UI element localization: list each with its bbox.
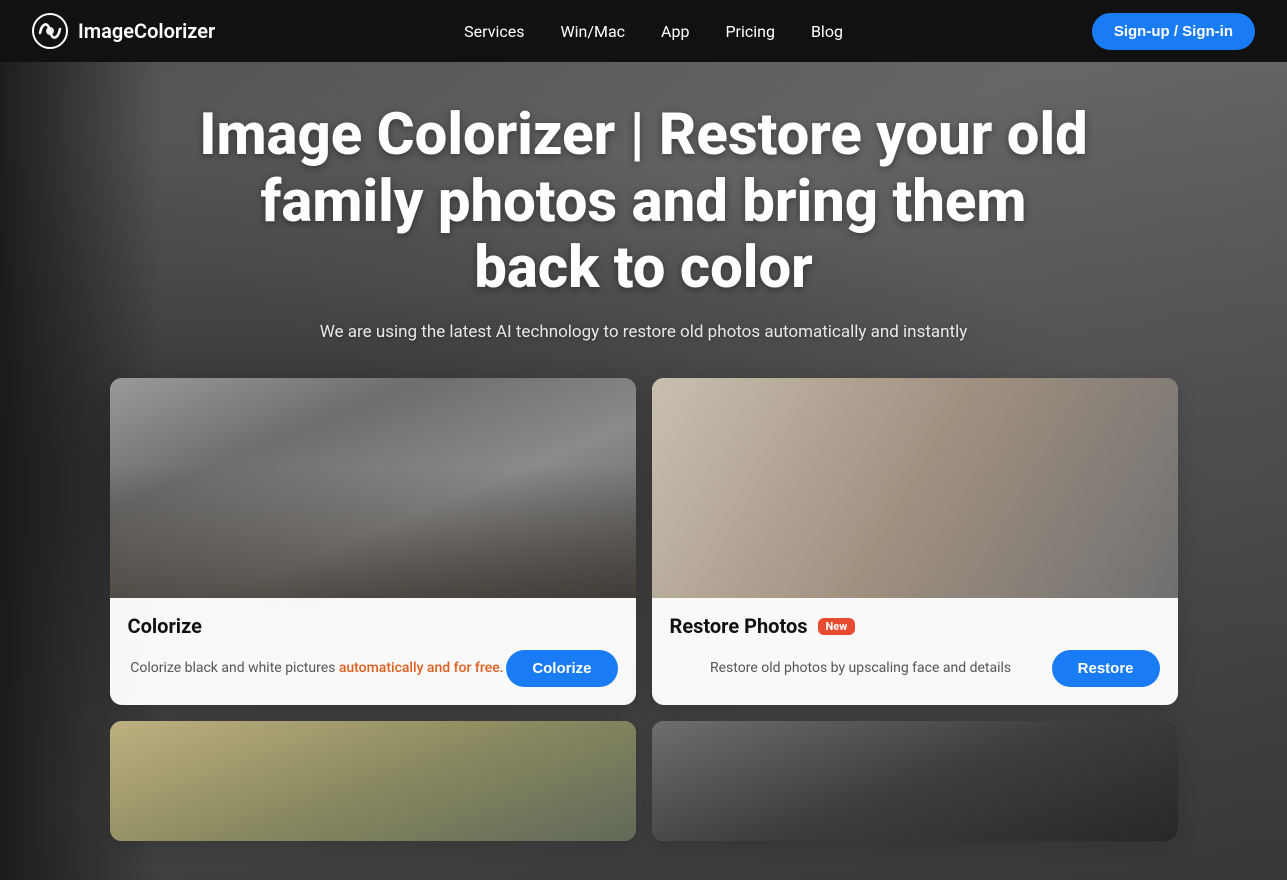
brand-link[interactable]: ImageColorizer	[32, 13, 215, 49]
restore-title-row: Restore Photos New	[670, 614, 1160, 638]
colorize-desc-highlight: automatically and for free.	[339, 660, 504, 676]
colorize-title: Colorize	[128, 614, 202, 638]
restore-card-body: Restore Photos New Restore old photos by…	[652, 598, 1178, 705]
hero-title: Image Colorizer | Restore your old famil…	[194, 102, 1094, 302]
restore-button[interactable]: Restore	[1052, 650, 1160, 687]
bottom-left-card	[110, 721, 636, 841]
hero-subtitle: We are using the latest AI technology to…	[0, 322, 1287, 342]
restore-footer: Restore old photos by upscaling face and…	[670, 650, 1160, 687]
bottom-left-image	[110, 721, 636, 841]
cards-grid-bottom	[94, 721, 1194, 841]
nav-links: Services Win/Mac App Pricing Blog	[464, 22, 843, 41]
nav-app[interactable]: App	[661, 22, 689, 41]
logo-icon	[32, 13, 68, 49]
restore-card: Restore Photos New Restore old photos by…	[652, 378, 1178, 705]
nav-winmac[interactable]: Win/Mac	[560, 22, 625, 41]
bottom-right-card	[652, 721, 1178, 841]
hero-section: Image Colorizer | Restore your old famil…	[0, 62, 1287, 880]
colorize-card-body: Colorize Colorize black and white pictur…	[110, 598, 636, 705]
hero-content: Image Colorizer | Restore your old famil…	[0, 62, 1287, 841]
nav-blog[interactable]: Blog	[811, 22, 843, 41]
colorize-title-row: Colorize	[128, 614, 618, 638]
restore-desc: Restore old photos by upscaling face and…	[670, 658, 1052, 679]
colorize-button[interactable]: Colorize	[506, 650, 617, 687]
brand-name: ImageColorizer	[78, 19, 215, 43]
colorize-desc: Colorize black and white pictures automa…	[128, 658, 507, 679]
nav-services[interactable]: Services	[464, 22, 524, 41]
bottom-right-image	[652, 721, 1178, 841]
navbar: ImageColorizer Services Win/Mac App Pric…	[0, 0, 1287, 62]
new-badge: New	[818, 618, 856, 635]
restore-title: Restore Photos	[670, 614, 808, 638]
colorize-footer: Colorize black and white pictures automa…	[128, 650, 618, 687]
nav-pricing[interactable]: Pricing	[725, 22, 775, 41]
cards-grid: Colorize Colorize black and white pictur…	[94, 378, 1194, 705]
colorize-card: Colorize Colorize black and white pictur…	[110, 378, 636, 705]
colorize-card-image	[110, 378, 636, 598]
signup-button[interactable]: Sign-up / Sign-in	[1092, 13, 1255, 50]
restore-card-image	[652, 378, 1178, 598]
